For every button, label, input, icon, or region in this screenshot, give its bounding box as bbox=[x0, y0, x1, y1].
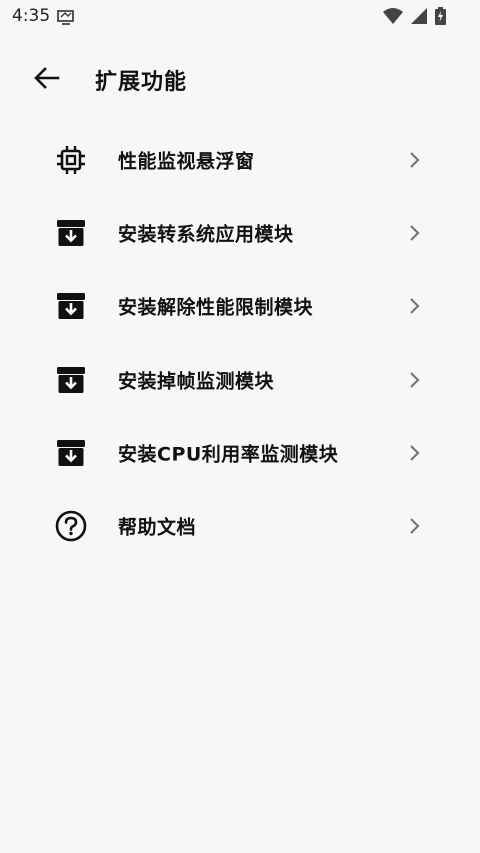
status-time: 4:35 bbox=[12, 6, 51, 26]
chevron-right-icon bbox=[405, 296, 425, 316]
chip-icon bbox=[55, 144, 87, 176]
page-title: 扩展功能 bbox=[95, 70, 188, 95]
cast-icon bbox=[56, 9, 76, 29]
list-item-help-docs[interactable]: 帮助文档 bbox=[0, 489, 480, 562]
archive-download-icon bbox=[55, 217, 87, 249]
chevron-right-icon bbox=[405, 223, 425, 243]
archive-download-icon bbox=[55, 364, 87, 396]
list-item-unlock-performance-module[interactable]: 安装解除性能限制模块 bbox=[0, 270, 480, 343]
chevron-right-icon bbox=[405, 443, 425, 463]
signal-icon bbox=[410, 7, 428, 29]
wifi-icon bbox=[383, 7, 403, 29]
chevron-right-icon bbox=[405, 370, 425, 390]
extension-list: 性能监视悬浮窗 安装转系统应用模块 安装解除性能限制模块 安装掉帧监测模块 安装… bbox=[0, 123, 480, 563]
battery-charging-icon bbox=[435, 7, 446, 29]
list-item-label: 安装转系统应用模块 bbox=[118, 223, 294, 246]
archive-download-icon bbox=[55, 437, 87, 469]
arrow-left-icon bbox=[34, 67, 60, 93]
list-item-label: 安装CPU利用率监测模块 bbox=[118, 443, 339, 466]
list-item-frame-drop-module[interactable]: 安装掉帧监测模块 bbox=[0, 343, 480, 416]
help-circle-icon bbox=[55, 510, 87, 542]
back-button[interactable] bbox=[30, 63, 64, 97]
status-bar: 4:35 bbox=[0, 0, 480, 34]
archive-download-icon bbox=[55, 290, 87, 322]
list-item-floating-monitor[interactable]: 性能监视悬浮窗 bbox=[0, 123, 480, 196]
list-item-system-app-module[interactable]: 安装转系统应用模块 bbox=[0, 196, 480, 269]
chevron-right-icon bbox=[405, 150, 425, 170]
list-item-label: 安装解除性能限制模块 bbox=[118, 296, 314, 319]
list-item-label: 安装掉帧监测模块 bbox=[118, 370, 275, 393]
app-bar: 扩展功能 bbox=[0, 50, 480, 108]
list-item-label: 帮助文档 bbox=[118, 516, 197, 539]
list-item-cpu-usage-module[interactable]: 安装CPU利用率监测模块 bbox=[0, 416, 480, 489]
list-item-label: 性能监视悬浮窗 bbox=[118, 150, 255, 173]
chevron-right-icon bbox=[405, 516, 425, 536]
